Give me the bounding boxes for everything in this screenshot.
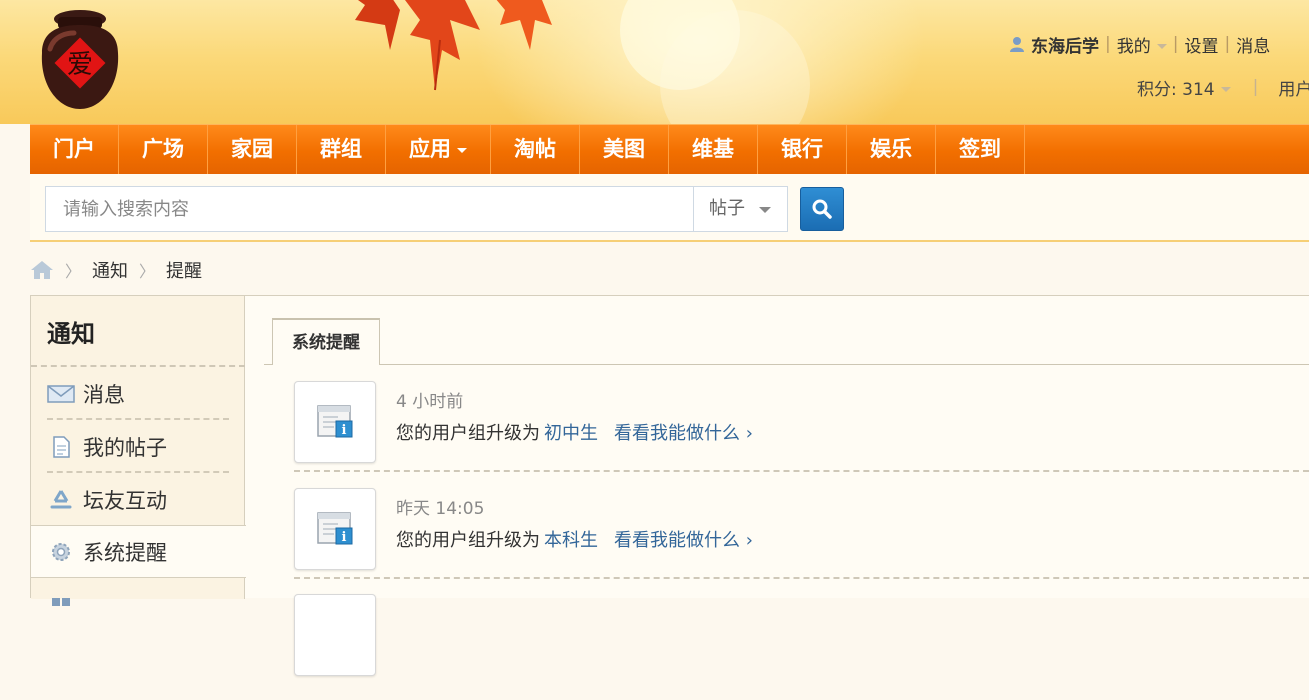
notice-avatar: [294, 594, 376, 676]
notification-sidebar: 通知 消息 我的帖子 坛友互动 系统提醒: [31, 296, 246, 606]
notice-text: 您的用户组升级为 初中生 看看我能做什么 ›: [396, 423, 753, 444]
notification-panel: 通知 消息 我的帖子 坛友互动 系统提醒 系统提醒 i 4 小时前 您的用户组升…: [30, 295, 1309, 676]
notice-avatar: i: [294, 488, 376, 570]
user-group-link[interactable]: 用户: [1278, 75, 1309, 100]
home-icon[interactable]: [30, 260, 54, 280]
breadcrumb-notice[interactable]: 通知: [92, 257, 128, 283]
my-menu-link[interactable]: 我的: [1117, 32, 1167, 57]
chevron-down-icon: [1156, 44, 1167, 49]
user-group-link[interactable]: 本科生: [544, 530, 598, 551]
notice-time: 昨天 14:05: [396, 499, 485, 519]
notice-item: i 4 小时前 您的用户组升级为 初中生 看看我能做什么 ›: [294, 379, 1309, 487]
info-window-icon: i: [317, 512, 353, 545]
nav-taotie[interactable]: 淘帖: [491, 125, 580, 174]
search-bar: 帖子: [30, 174, 1309, 242]
search-button[interactable]: [800, 187, 844, 231]
breadcrumb-separator: 〉: [139, 262, 156, 281]
sidebar-item-app-reminders[interactable]: [31, 580, 245, 633]
envelope-icon: [47, 384, 75, 403]
sidebar-item-system-reminders[interactable]: 系统提醒: [31, 525, 246, 578]
sidebar-item-interactions[interactable]: 坛友互动: [31, 473, 245, 526]
gear-icon: [52, 542, 70, 561]
user-group-link[interactable]: 初中生: [544, 423, 598, 444]
main-nav: 门户 广场 家园 群组 应用 淘帖 美图 维基 银行 娱乐 签到: [30, 124, 1309, 174]
svg-text:爱: 爱: [67, 50, 93, 80]
user-name-link[interactable]: 东海后学: [1031, 32, 1099, 57]
notification-content: 系统提醒 i 4 小时前 您的用户组升级为 初中生 看看我能做什么 › i 昨天…: [246, 296, 1309, 676]
breadcrumb-separator: 〉: [65, 262, 82, 281]
nav-home[interactable]: 家园: [208, 125, 297, 174]
sidebar-item-my-posts[interactable]: 我的帖子: [31, 420, 245, 473]
notice-item: [294, 592, 1309, 700]
credits-row: 积分: 314 | 用户: [1137, 75, 1309, 100]
site-logo: 爱: [41, 10, 119, 109]
see-permissions-link[interactable]: 看看我能做什么 ›: [614, 423, 753, 444]
see-permissions-link[interactable]: 看看我能做什么 ›: [614, 530, 753, 551]
svg-text:i: i: [342, 423, 347, 438]
sidebar-title: 通知: [47, 320, 95, 348]
notice-text: 您的用户组升级为 本科生 看看我能做什么 ›: [396, 530, 753, 551]
tab-system-reminders[interactable]: 系统提醒: [272, 318, 380, 365]
notice-time: 4 小时前: [396, 392, 464, 412]
chevron-down-icon: [1220, 87, 1231, 92]
nav-apps[interactable]: 应用: [386, 125, 491, 174]
notice-item: i 昨天 14:05 您的用户组升级为 本科生 看看我能做什么 ›: [294, 486, 1309, 594]
document-icon: [53, 435, 70, 458]
notice-avatar: i: [294, 381, 376, 463]
chevron-down-icon: [457, 147, 467, 153]
settings-link[interactable]: 设置: [1184, 32, 1218, 57]
svg-text:i: i: [342, 530, 347, 545]
nav-checkin[interactable]: 签到: [936, 125, 1025, 174]
chevron-down-icon: [759, 207, 771, 213]
sidebar-item-messages[interactable]: 消息: [31, 367, 245, 420]
search-icon: [812, 199, 832, 219]
nav-entertainment[interactable]: 娱乐: [847, 125, 936, 174]
messages-link[interactable]: 消息: [1236, 32, 1270, 57]
credits-link[interactable]: 积分: 314: [1137, 75, 1231, 100]
recycle-icon: [50, 489, 72, 508]
nav-bank[interactable]: 银行: [758, 125, 847, 174]
info-window-icon: i: [317, 405, 353, 438]
grid-icon: [52, 597, 70, 606]
nav-groups[interactable]: 群组: [297, 125, 386, 174]
search-type-select[interactable]: 帖子: [693, 186, 788, 232]
nav-pictures[interactable]: 美图: [580, 125, 669, 174]
search-input[interactable]: [45, 186, 695, 232]
breadcrumb-reminder[interactable]: 提醒: [166, 257, 202, 283]
nav-wiki[interactable]: 维基: [669, 125, 758, 174]
user-icon: [1010, 37, 1024, 52]
breadcrumb: 〉 通知 〉 提醒: [30, 255, 202, 285]
maple-leaf-decoration: [355, 0, 552, 91]
nav-portal[interactable]: 门户: [30, 125, 119, 174]
nav-square[interactable]: 广场: [119, 125, 208, 174]
site-header: 爱 东海后学 | 我的 | 设置 | 消息 积分: 314 | 用户: [0, 0, 1309, 124]
user-toolbar: 东海后学 | 我的 | 设置 | 消息: [1008, 32, 1309, 57]
